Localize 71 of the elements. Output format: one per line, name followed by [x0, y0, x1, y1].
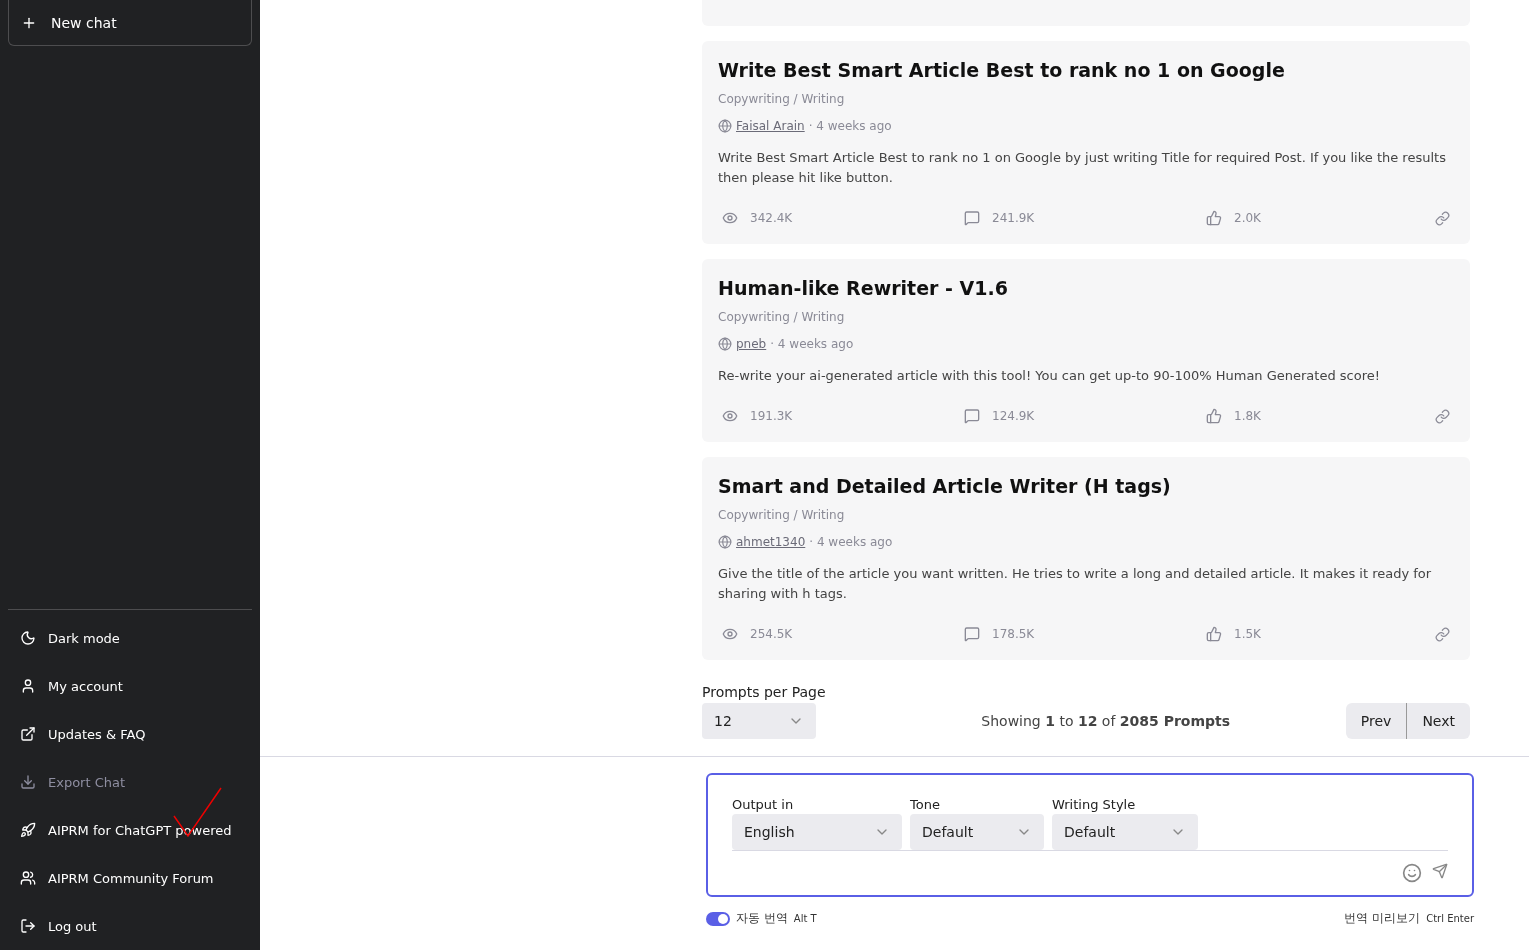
option-select[interactable]: English [732, 814, 902, 850]
logout-icon [20, 918, 36, 934]
comment-count: 178.5K [992, 627, 1035, 641]
like-icon[interactable] [1206, 408, 1222, 424]
option-select[interactable]: Default [1052, 814, 1198, 850]
comment-icon [964, 210, 980, 226]
prev-button[interactable]: Prev [1345, 703, 1408, 739]
comment-icon [964, 408, 980, 424]
link-icon[interactable] [1435, 408, 1450, 424]
globe-icon [718, 337, 732, 351]
like-count: 2.0K [1234, 211, 1261, 225]
select-label: Output in [732, 797, 795, 812]
send-icon[interactable] [1432, 863, 1448, 879]
like-count: 1.8K [1234, 409, 1261, 423]
sidebar-item[interactable]: Dark mode [8, 614, 252, 662]
sidebar-item[interactable]: Log out [8, 902, 252, 950]
like-icon[interactable] [1206, 626, 1222, 642]
author-link[interactable]: pneb [736, 337, 767, 351]
user-icon [20, 678, 36, 694]
prompt-description: Write Best Smart Article Best to rank no 1 on Google by just writing Title for required Post. If you like the results then please hit like button. [718, 149, 1447, 187]
preview-label: 번역 미리보기 [1344, 910, 1421, 927]
option-select[interactable]: Default [910, 814, 1044, 850]
face-icon[interactable] [1402, 863, 1422, 883]
prompt-age: · 4 weeks ago [808, 119, 892, 133]
download-icon [20, 774, 36, 790]
prompt-input[interactable]: Output in English Tone Default Writing Style Default [706, 773, 1474, 897]
views-icon [722, 210, 738, 226]
comment-icon [964, 626, 980, 642]
link-icon[interactable] [1435, 626, 1450, 642]
rocket-icon [20, 822, 36, 838]
views-icon [722, 626, 738, 642]
sidebar-item[interactable]: My account [8, 662, 252, 710]
globe-icon [718, 119, 732, 133]
per-page-label: Prompts per Page [702, 684, 826, 700]
author-link[interactable]: Faisal Arain [736, 119, 805, 133]
external-link-icon [20, 726, 36, 742]
select-label: Writing Style [1052, 797, 1137, 812]
view-count: 191.3K [750, 409, 793, 423]
like-icon[interactable] [1206, 210, 1222, 226]
like-count: 1.5K [1234, 627, 1261, 641]
view-count: 342.4K [750, 211, 793, 225]
toggle-label: 자동 번역 [736, 910, 788, 927]
comment-count: 241.9K [992, 211, 1035, 225]
globe-icon [718, 535, 732, 549]
prompt-title: Human-like Rewriter - V1.6 [718, 277, 1009, 299]
prompt-age: · 4 weeks ago [770, 337, 854, 351]
comment-count: 124.9K [992, 409, 1035, 423]
prompt-age: · 4 weeks ago [809, 535, 893, 549]
link-icon[interactable] [1435, 210, 1450, 226]
moon-icon [20, 630, 36, 646]
shortcut-hint: Ctrl Enter [1426, 913, 1474, 924]
prompt-category: Copywriting / Writing [718, 92, 846, 106]
prompt-description: Give the title of the article you want written. He tries to write a long and detailed article. It makes it ready for sharing with h tags. [718, 565, 1433, 603]
showing-text: Showing 1 to 12 of 2085 Prompts [981, 713, 1231, 729]
translate-toggle[interactable] [706, 911, 730, 926]
next-button[interactable]: Next [1407, 703, 1470, 739]
prompt-category: Copywriting / Writing [718, 310, 846, 324]
people-icon [20, 870, 36, 886]
shortcut-hint: Alt T [793, 913, 817, 924]
prompt-title: Smart and Detailed Article Writer (H tags) [718, 475, 1172, 497]
prompt-description: Re-write your ai-generated article with this tool! You can get up-to 90-100% Human Generated score! [718, 367, 1381, 385]
prompt-category: Copywriting / Writing [718, 508, 846, 522]
new-chat-button[interactable]: New chat [8, 0, 252, 46]
view-count: 254.5K [750, 627, 793, 641]
sidebar-item[interactable]: AIPRM Community Forum [8, 854, 252, 902]
prompt-title: Write Best Smart Article Best to rank no 1 on Google [718, 59, 1286, 81]
sidebar-item[interactable]: Updates & FAQ [8, 710, 252, 758]
per-page-select[interactable]: 12 [702, 703, 816, 739]
views-icon [722, 408, 738, 424]
author-link[interactable]: ahmet1340 [736, 535, 806, 549]
select-label: Tone [910, 797, 941, 812]
